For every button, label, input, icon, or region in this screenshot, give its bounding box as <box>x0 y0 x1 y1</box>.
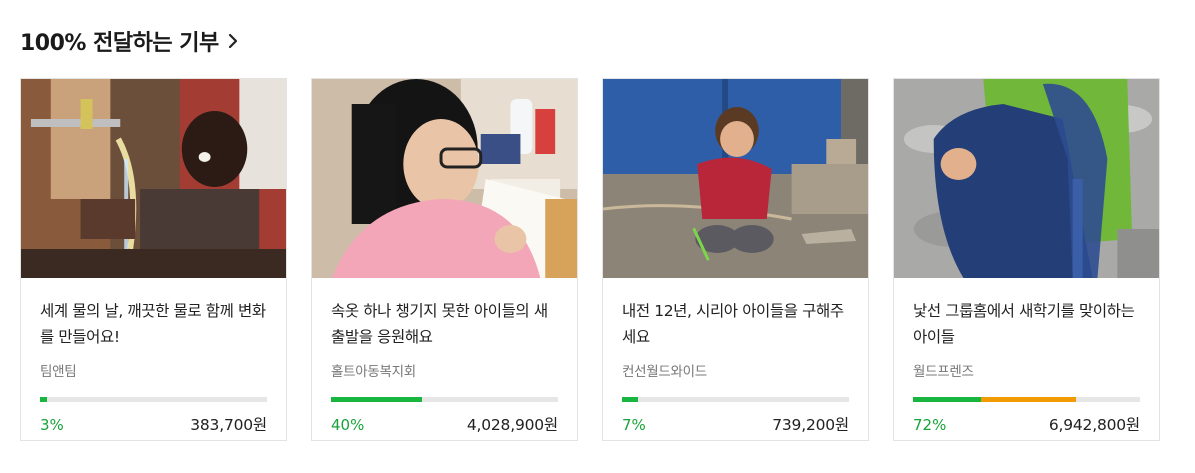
progress-bar-fill <box>331 397 422 402</box>
progress-percent: 3% <box>40 416 64 434</box>
donation-card-list: 세계 물의 날, 깨끗한 물로 함께 변화를 만들어요! 팀앤팀 3% 383,… <box>20 78 1160 441</box>
card-title: 속옷 하나 챙기지 못한 아이들의 새출발을 응원해요 <box>331 302 548 346</box>
progress-bar <box>40 397 267 402</box>
card-title: 낯선 그룹홈에서 새학기를 맞이하는 아이들 <box>913 302 1135 346</box>
card-thumbnail-image[interactable] <box>21 79 286 278</box>
progress-percent: 7% <box>622 416 646 434</box>
card-thumbnail-image[interactable] <box>894 79 1159 278</box>
progress-bar-fill <box>622 397 638 402</box>
card-organization: 홀트아동복지회 <box>331 364 416 380</box>
card-thumbnail-image[interactable] <box>312 79 577 278</box>
raised-amount: 4,028,900원 <box>466 416 558 434</box>
section-title: 100% 전달하는 기부 <box>20 31 219 56</box>
card-organization: 월드프렌즈 <box>913 364 974 380</box>
chevron-right-icon <box>225 33 241 49</box>
progress-percent: 72% <box>913 416 947 434</box>
card-organization: 팀앤팀 <box>40 364 77 380</box>
card-title: 세계 물의 날, 깨끗한 물로 함께 변화를 만들어요! <box>40 302 266 346</box>
progress-bar-fill <box>40 397 47 402</box>
card-thumbnail-image[interactable] <box>603 79 868 278</box>
progress-percent: 40% <box>331 416 365 434</box>
progress-bar-fill <box>913 397 982 402</box>
raised-amount: 383,700원 <box>190 416 267 434</box>
raised-amount: 739,200원 <box>772 416 849 434</box>
card-organization: 컨선월드와이드 <box>622 364 707 380</box>
donation-card[interactable]: 속옷 하나 챙기지 못한 아이들의 새출발을 응원해요 홀트아동복지회 40% … <box>311 78 578 441</box>
progress-bar <box>913 397 1140 402</box>
donation-card[interactable]: 세계 물의 날, 깨끗한 물로 함께 변화를 만들어요! 팀앤팀 3% 383,… <box>20 78 287 441</box>
progress-bar <box>622 397 849 402</box>
raised-amount: 6,942,800원 <box>1048 416 1140 434</box>
donation-card[interactable]: 내전 12년, 시리아 아이들을 구해주세요 컨선월드와이드 7% 739,20… <box>602 78 869 441</box>
card-title: 내전 12년, 시리아 아이들을 구해주세요 <box>622 302 844 346</box>
progress-bar-fill-secondary <box>981 397 1077 402</box>
section-header-link[interactable]: 100% 전달하는 기부 <box>20 26 241 56</box>
progress-bar <box>331 397 558 402</box>
donation-card[interactable]: 낯선 그룹홈에서 새학기를 맞이하는 아이들 월드프렌즈 72% 6,942,8… <box>893 78 1160 441</box>
